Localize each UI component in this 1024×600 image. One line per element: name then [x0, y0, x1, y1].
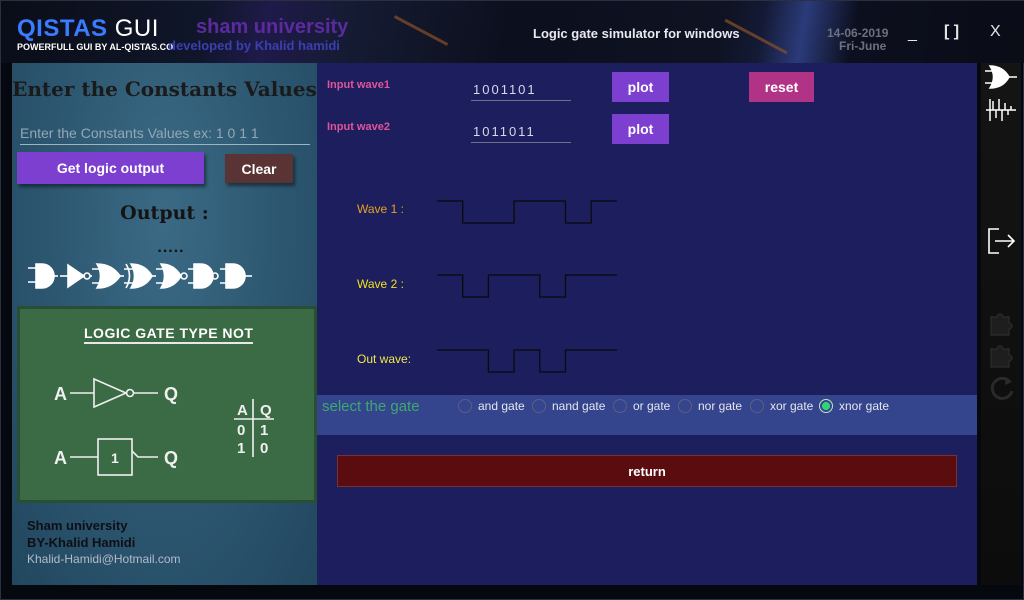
logout-icon[interactable]	[985, 225, 1017, 257]
maximize-button[interactable]: [ ]	[944, 23, 959, 41]
close-button[interactable]: X	[990, 23, 1001, 41]
constants-input[interactable]	[20, 121, 310, 145]
get-logic-output-button[interactable]: Get logic output	[17, 152, 204, 184]
title-bar[interactable]: QISTAS GUI POWERFULL GUI BY AL-QISTAS.CO…	[1, 1, 1024, 63]
truth-cell: 0	[237, 422, 245, 439]
output-letter-bottom: Q	[164, 448, 178, 468]
wave2-label: Wave 2 :	[357, 277, 404, 291]
or-gate-icon	[92, 263, 124, 289]
plot-wave1-button[interactable]: plot	[612, 72, 669, 102]
radio-label: nand gate	[552, 399, 606, 413]
input-letter-top: A	[54, 384, 67, 404]
radio-nand-gate[interactable]: nand gate	[532, 398, 605, 414]
not-gate-icon	[60, 263, 92, 289]
app-title: Logic gate simulator for windows	[533, 26, 740, 41]
radio-and-gate[interactable]: and gate	[458, 398, 525, 414]
university-title: sham university	[196, 16, 349, 38]
puzzle-icon[interactable]	[985, 341, 1017, 371]
and-gate-icon	[28, 263, 58, 289]
refresh-icon[interactable]	[985, 373, 1017, 403]
out-wave-label: Out wave:	[357, 352, 412, 366]
out-wave-trace	[437, 349, 617, 373]
nand-gate-icon	[188, 263, 219, 289]
input-wave2-label: Input wave2	[327, 121, 390, 133]
truth-cell: 0	[260, 440, 268, 457]
input-letter-bottom: A	[54, 448, 67, 468]
constants-title: Enter the Constants Values	[12, 77, 317, 101]
footer-university: Sham university	[27, 518, 128, 533]
waveform-plot	[437, 200, 617, 373]
constants-panel: Enter the Constants Values Get logic out…	[12, 63, 317, 585]
not-gate-diagram: A Q A 1 Q A Q 0 1 1 0	[54, 377, 274, 476]
radio-xnor-gate[interactable]: xnor gate	[819, 398, 889, 414]
gate-icons-row	[28, 263, 252, 289]
output-heading: Output :	[120, 202, 209, 224]
waveform-icon[interactable]	[985, 97, 1017, 123]
chalkboard-diagram: LOGIC GATE TYPE NOT A Q A 1 Q A Q 0 1 1 …	[17, 306, 317, 503]
simulator-panel: Input wave1 plot reset Input wave2 plot …	[317, 63, 977, 585]
brand-tagline: POWERFULL GUI BY AL-QISTAS.CO	[17, 42, 174, 52]
app-window: QISTAS GUI POWERFULL GUI BY AL-QISTAS.CO…	[0, 0, 1024, 600]
radio-nor-gate[interactable]: nor gate	[678, 398, 742, 414]
reset-button[interactable]: reset	[749, 72, 814, 102]
radio-label: xor gate	[770, 399, 814, 413]
radio-label: nor gate	[698, 399, 743, 413]
brand-suffix: GUI	[114, 15, 159, 42]
footer-author: BY-Khalid Hamidi	[27, 535, 136, 550]
radio-or-gate[interactable]: or gate	[613, 398, 670, 414]
gate-prompt: select the gate	[322, 398, 420, 415]
input-wave2-field[interactable]	[471, 121, 571, 143]
box-label: 1	[111, 450, 119, 466]
gate-selector: select the gate and gate nand gate or ga…	[317, 395, 977, 435]
radio-label: xnor gate	[839, 399, 890, 413]
wave2-trace	[437, 274, 617, 298]
day-label: Fri-June	[839, 39, 887, 53]
output-value: .....	[157, 239, 185, 256]
radio-indicator[interactable]	[678, 399, 692, 413]
right-toolbar	[981, 63, 1021, 585]
gate-tool-icon[interactable]	[985, 63, 1017, 91]
radio-indicator[interactable]	[613, 399, 627, 413]
decorative-streak	[393, 15, 449, 46]
radio-xor-gate[interactable]: xor gate	[750, 398, 813, 414]
developer-credit: developed by Khalid hamidi	[168, 38, 340, 53]
truth-cell: 1	[260, 422, 268, 439]
radio-indicator[interactable]	[458, 399, 472, 413]
radio-label: and gate	[478, 399, 525, 413]
minimize-button[interactable]: _	[908, 25, 917, 43]
date-label: 14-06-2019	[827, 26, 889, 40]
truth-header-a: A	[237, 402, 248, 419]
input-wave1-field[interactable]	[471, 79, 571, 101]
plot-wave2-button[interactable]: plot	[612, 114, 669, 144]
wave1-label: Wave 1 :	[357, 202, 404, 216]
xnor-gate-icon	[220, 263, 252, 289]
output-letter-top: Q	[164, 384, 178, 404]
nor-gate-icon	[156, 263, 188, 289]
radio-indicator[interactable]	[750, 399, 764, 413]
radio-label: or gate	[633, 399, 671, 413]
truth-cell: 1	[237, 440, 245, 457]
puzzle-icon[interactable]	[985, 309, 1017, 339]
radio-indicator[interactable]	[532, 399, 546, 413]
xor-gate-icon	[124, 263, 156, 289]
brand-logo: QISTAS GUI	[17, 15, 159, 43]
return-button[interactable]: return	[337, 455, 957, 487]
wave1-trace	[437, 200, 617, 224]
truth-header-q: Q	[260, 402, 272, 419]
radio-indicator[interactable]	[819, 399, 833, 413]
input-wave1-label: Input wave1	[327, 79, 390, 91]
brand-name: QISTAS	[17, 15, 108, 42]
footer-email: Khalid-Hamidi@Hotmail.com	[27, 552, 181, 566]
clear-button[interactable]: Clear	[225, 154, 293, 183]
